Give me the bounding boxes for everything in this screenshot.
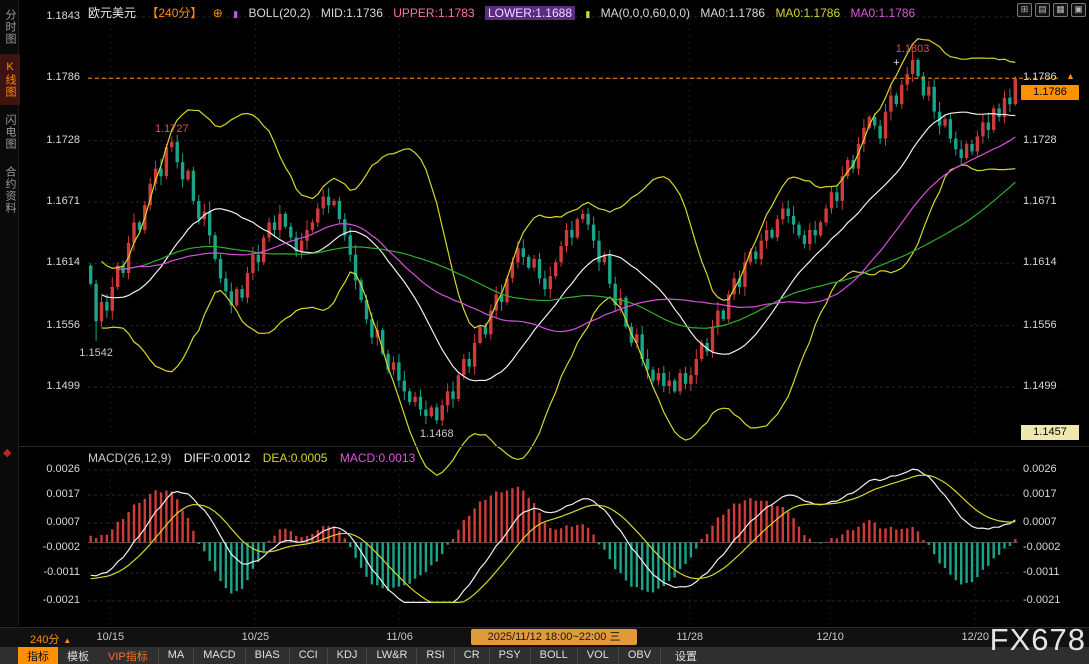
circle-plus-icon[interactable]: ⊕ [213, 6, 223, 20]
left-sidebar: 分时图 K线图 闪电图 合约资料 ◆ [0, 0, 19, 626]
price-tick-label: 1.1614 [28, 256, 80, 268]
sidebar-item-time-chart[interactable]: 分时图 [0, 2, 20, 52]
price-tick-label: 1.1671 [28, 195, 80, 207]
indicator-button[interactable]: OBV [618, 647, 661, 664]
indicator-button[interactable]: KDJ [327, 647, 367, 664]
tab-templates[interactable]: 模板 [58, 647, 98, 664]
symbol-name: 欧元美元 [88, 6, 136, 20]
watermark: FX678 [990, 622, 1086, 658]
list-view-icon[interactable]: ▤ [1035, 3, 1050, 17]
price-tick-label: 1.1671 [1023, 195, 1057, 207]
crosshair-date-box: 2025/11/12 18:00~22:00 三 [471, 629, 637, 645]
price-tick-label: 1.1786 [1023, 71, 1057, 83]
macd-tick-label: -0.0011 [1023, 566, 1060, 578]
chart-header: 欧元美元 【240分】 ⊕ ▮ BOLL(20,2) MID:1.1736 UP… [88, 4, 922, 21]
tab-indicators[interactable]: 指标 [18, 647, 58, 664]
label-low1: 1.1542 [79, 347, 113, 359]
macd-tick-label: 0.0007 [28, 516, 80, 528]
macd-tick-label: 0.0017 [1023, 488, 1057, 500]
x-tick-label: 10/25 [242, 631, 270, 643]
macd-dea-value: DEA:0.0005 [263, 451, 328, 465]
grid-view-icon[interactable]: ▦ [1053, 3, 1068, 17]
sidebar-item-contract-info[interactable]: 合约资料 [0, 159, 20, 221]
price-tick-label: 1.1728 [1023, 134, 1057, 146]
ma-value-3: MA0:1.1786 [851, 6, 916, 20]
ma-value-2: MA0:1.1786 [775, 6, 840, 20]
period-selector-label: 240分 [30, 634, 59, 646]
price-tick-label: 1.1786 [28, 71, 80, 83]
price-tick-label: 1.1556 [28, 319, 80, 331]
fullscreen-icon[interactable]: ▣ [1071, 3, 1086, 17]
period-label[interactable]: 【240分】 [146, 6, 202, 20]
macd-tick-label: -0.0011 [28, 566, 80, 578]
indicator-button[interactable]: CR [454, 647, 489, 664]
x-tick-label: 12/20 [961, 631, 989, 643]
diamond-marker-icon: ◆ [3, 446, 11, 459]
macd-tick-label: -0.0002 [1023, 541, 1060, 553]
caret-up-icon: ▲ [63, 636, 71, 645]
indicator-button[interactable]: CCI [289, 647, 327, 664]
x-tick-label: 10/15 [97, 631, 125, 643]
indicator-button[interactable]: BIAS [245, 647, 289, 664]
macd-tick-label: -0.0021 [1023, 594, 1060, 606]
boll-lower-value: LOWER:1.1688 [485, 6, 575, 20]
indicator-button[interactable]: MA [158, 647, 194, 664]
price-tick-label: 1.1843 [28, 10, 80, 22]
boll-indicator-icon: ▮ [233, 9, 238, 19]
x-tick-label: 12/10 [816, 631, 844, 643]
indicator-button[interactable]: LW&R [366, 647, 416, 664]
period-selector[interactable]: 240分 ▲ [30, 631, 71, 647]
price-tick-label: 1.1499 [28, 380, 80, 392]
price-tick-label: 1.1728 [28, 134, 80, 146]
price-tick-label: 1.1614 [1023, 256, 1057, 268]
macd-tick-label: 0.0026 [1023, 463, 1057, 475]
macd-macd-value: MACD:0.0013 [340, 451, 415, 465]
indicator-button[interactable]: MACD [193, 647, 244, 664]
boll-label: BOLL(20,2) [248, 6, 310, 20]
pane-divider [18, 446, 1089, 447]
macd-tick-label: -0.0021 [28, 594, 80, 606]
sidebar-item-lightning-chart[interactable]: 闪电图 [0, 107, 20, 157]
up-arrow-icon: ▲ [1066, 71, 1075, 81]
sidebar-item-kline-chart[interactable]: K线图 [0, 54, 20, 105]
macd-label: MACD(26,12,9) [88, 451, 171, 465]
label-low2: 1.1468 [420, 428, 454, 440]
bottom-toolbar: 指标 模板 VIP指标 MAMACDBIASCCIKDJLW&RRSICRPSY… [0, 647, 1089, 664]
macd-header: MACD(26,12,9) DIFF:0.0012 DEA:0.0005 MAC… [88, 451, 424, 465]
macd-tick-label: -0.0002 [28, 541, 80, 553]
macd-tick-label: 0.0017 [28, 488, 80, 500]
x-tick-label: 11/06 [386, 631, 413, 643]
x-axis-bar: 240分 ▲ 10/15 10/25 11/06 11/28 12/10 12/20 202… [0, 627, 1089, 648]
ma-indicator-icon: ▮ [585, 9, 590, 19]
x-tick-label: 11/28 [676, 631, 703, 643]
ma-label: MA(0,0,0,60,0,0) [601, 6, 690, 20]
indicator-button[interactable]: BOLL [530, 647, 577, 664]
settings-button[interactable]: 设置 [675, 648, 697, 664]
price-tick-label: 1.1556 [1023, 319, 1057, 331]
vip-indicators-button[interactable]: VIP指标 [108, 648, 148, 664]
crosshair-plus: + [893, 57, 899, 69]
chart-canvas[interactable] [0, 0, 1089, 664]
crosshair-price-box: 1.1457 [1021, 425, 1079, 440]
chart-toolbar-icons: ⊞▤▦▣ [1017, 3, 1086, 17]
last-price-box: 1.1786 [1021, 85, 1079, 100]
indicator-button[interactable]: RSI [416, 647, 453, 664]
indicator-button[interactable]: VOL [577, 647, 618, 664]
macd-tick-label: 0.0026 [28, 463, 80, 475]
indicator-buttons-group: MAMACDBIASCCIKDJLW&RRSICRPSYBOLLVOLOBV [158, 647, 661, 664]
chart-app: 分时图 K线图 闪电图 合约资料 ◆ 欧元美元 【240分】 ⊕ ▮ BOLL(… [0, 0, 1089, 664]
price-tick-label: 1.1499 [1023, 380, 1057, 392]
boll-upper-value: UPPER:1.1783 [393, 6, 474, 20]
add-panel-icon[interactable]: ⊞ [1017, 3, 1032, 17]
label-peak1: 1.1727 [155, 123, 189, 135]
indicator-button[interactable]: PSY [489, 647, 530, 664]
macd-tick-label: 0.0007 [1023, 516, 1057, 528]
label-high: 1.1803 [896, 43, 930, 55]
macd-diff-value: DIFF:0.0012 [184, 451, 251, 465]
boll-mid-value: MID:1.1736 [321, 6, 383, 20]
ma-value-1: MA0:1.1786 [700, 6, 765, 20]
